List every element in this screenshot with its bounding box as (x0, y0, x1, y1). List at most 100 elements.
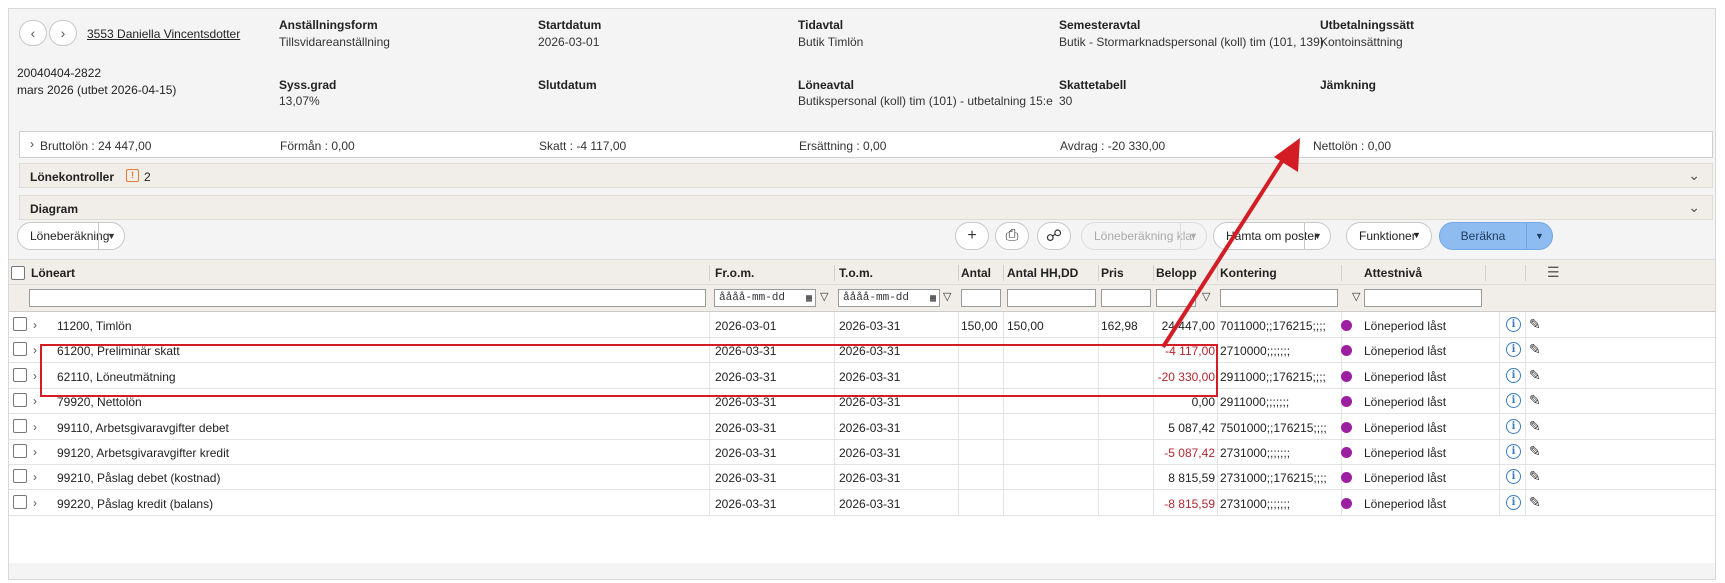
row-checkbox[interactable] (13, 494, 27, 509)
unlock-button[interactable]: ☍ (1037, 222, 1071, 250)
chevron-right-icon[interactable]: › (33, 496, 37, 510)
row-checkbox[interactable] (13, 342, 27, 357)
filter-icon[interactable]: ▽ (1352, 290, 1360, 303)
chevron-right-icon[interactable]: › (33, 394, 37, 408)
col-separator (709, 265, 710, 281)
pencil-icon[interactable]: ✎ (1529, 341, 1541, 358)
col-attestniva[interactable]: Attestnivå (1364, 266, 1422, 280)
antal-hhdd-filter-input[interactable] (1007, 289, 1096, 307)
col-from[interactable]: Fr.o.m. (715, 266, 754, 280)
prev-employee-button[interactable]: ‹ (19, 20, 47, 46)
info-icon[interactable]: i (1506, 494, 1521, 510)
cell-loneart: 99220, Påslag kredit (balans) (57, 496, 214, 511)
chevron-right-icon[interactable]: › (33, 420, 37, 434)
row-checkbox[interactable] (13, 469, 27, 484)
skattetabell-label: Skattetabell (1059, 78, 1127, 92)
tidavtal-label: Tidavtal (798, 18, 844, 32)
filter-icon[interactable]: ▽ (820, 290, 828, 303)
cell-tom: 2026-03-31 (839, 446, 901, 460)
calendar-icon[interactable]: ▦ (806, 292, 812, 308)
select-all-checkbox[interactable] (11, 266, 25, 280)
loneberakning-dropdown[interactable]: Löneberäkning ▼ (17, 222, 125, 250)
col-pris[interactable]: Pris (1101, 266, 1124, 280)
row-checkbox[interactable] (13, 393, 27, 408)
pencil-icon[interactable]: ✎ (1529, 418, 1541, 435)
info-icon[interactable]: i (1506, 444, 1521, 459)
filter-icon[interactable]: ▽ (1202, 290, 1210, 303)
pencil-icon[interactable]: ✎ (1529, 367, 1541, 384)
loneavtal-value: Butikspersonal (koll) tim (101) - utbeta… (798, 94, 1053, 108)
row-checkbox[interactable] (13, 444, 27, 458)
add-button[interactable]: + (955, 222, 989, 250)
chevron-right-icon[interactable]: › (33, 343, 37, 357)
from-date-filter[interactable]: åååå-mm-dd ▦ (714, 289, 816, 307)
table-row[interactable]: › 99210, Påslag debet (kostnad) 2026-03-31… (9, 464, 1715, 491)
pencil-icon[interactable]: ✎ (1529, 494, 1541, 511)
col-antal[interactable]: Antal (961, 266, 991, 280)
chevron-right-icon[interactable]: › (33, 445, 37, 459)
pencil-icon[interactable]: ✎ (1529, 468, 1541, 485)
chevron-right-icon[interactable]: › (33, 369, 37, 383)
pencil-icon[interactable]: ✎ (1529, 316, 1541, 333)
cell-belopp: 0,00 (1191, 395, 1215, 410)
attest-status-dot (1341, 447, 1352, 458)
table-row[interactable]: › 99110, Arbetsgivaravgifter debet 2026-03… (9, 413, 1715, 440)
col-antal-hhdd[interactable]: Antal HH,DD (1007, 266, 1078, 280)
table-row[interactable]: › 11200, Timlön 2026-03-01 2026-03-31 150,00… (9, 312, 1715, 338)
col-kontering[interactable]: Kontering (1220, 266, 1277, 280)
next-employee-button[interactable]: › (49, 20, 77, 46)
caret-down-icon[interactable]: ▼ (1304, 223, 1330, 249)
funktioner-dropdown[interactable]: Funktioner ▼ (1346, 222, 1432, 250)
attestniva-filter-input[interactable] (1364, 289, 1482, 307)
filter-icon[interactable]: ▽ (943, 290, 951, 303)
row-checkbox[interactable] (13, 367, 27, 382)
cell-from: 2026-03-31 (715, 446, 777, 460)
tom-date-filter[interactable]: åååå-mm-dd ▦ (838, 289, 940, 307)
col-loneart[interactable]: Löneart (31, 266, 75, 280)
row-checkbox[interactable] (13, 418, 27, 433)
accordion-diagram[interactable]: Diagram ⌄ (19, 195, 1713, 220)
hamta-om-poster-button[interactable]: Hämta om poster ▼ (1213, 222, 1331, 250)
info-icon[interactable]: i (1506, 418, 1521, 434)
info-icon[interactable]: i (1506, 342, 1521, 358)
chevron-right-icon[interactable]: › (33, 470, 37, 484)
cell-kontering: 2710000;;;;;;; (1220, 344, 1291, 359)
caret-down-icon[interactable]: ▼ (1526, 223, 1552, 249)
loneberakning-klar-button[interactable]: Löneberäkning klar ▼ (1081, 222, 1207, 250)
summary-skatt: Skatt : -4 117,00 (539, 139, 627, 153)
loneart-filter-input[interactable] (29, 289, 706, 307)
chevron-right-icon[interactable]: › (33, 318, 37, 332)
col-separator (1341, 265, 1342, 281)
caret-down-icon[interactable]: ▼ (1180, 223, 1206, 249)
cell-from: 2026-03-31 (715, 496, 777, 511)
chevron-down-icon[interactable]: ⌄ (1688, 199, 1700, 216)
antal-filter-input[interactable] (961, 289, 1001, 307)
print-button[interactable]: ⎙ (995, 222, 1029, 250)
row-checkbox[interactable] (13, 317, 27, 331)
col-tom[interactable]: T.o.m. (839, 266, 873, 280)
info-icon[interactable]: i (1506, 317, 1521, 332)
column-menu-icon[interactable]: ☰ (1547, 264, 1560, 281)
belopp-filter-input[interactable] (1156, 289, 1196, 307)
attest-status-dot (1341, 472, 1352, 484)
chevron-right-icon[interactable]: › (30, 137, 34, 151)
info-icon[interactable]: i (1506, 469, 1521, 485)
kontering-filter-input[interactable] (1220, 289, 1338, 307)
chevron-right-icon: › (60, 25, 66, 41)
salary-summary[interactable]: › Bruttolön : 24 447,00 Förmån : 0,00 Sk… (19, 131, 1713, 158)
calendar-icon[interactable]: ▦ (930, 292, 936, 308)
chevron-down-icon[interactable]: ⌄ (1688, 167, 1700, 184)
berakna-button[interactable]: Beräkna ▼ (1439, 222, 1553, 250)
pencil-icon[interactable]: ✎ (1529, 392, 1541, 409)
info-icon[interactable]: i (1506, 367, 1521, 383)
employee-link[interactable]: 3553 Daniella Vincentsdotter (87, 27, 240, 41)
accordion-lonekontroller[interactable]: Lönekontroller ! 2 ⌄ (19, 163, 1713, 188)
table-row[interactable]: › 99120, Arbetsgivaravgifter kredit 2026-0… (9, 439, 1715, 465)
caret-down-icon[interactable]: ▼ (98, 223, 124, 249)
pris-filter-input[interactable] (1101, 289, 1151, 307)
info-icon[interactable]: i (1506, 393, 1521, 409)
cell-kontering: 2731000;;;;;;; (1220, 496, 1291, 511)
table-row[interactable]: › 99220, Påslag kredit (balans) 2026-03-31… (9, 489, 1715, 516)
col-belopp[interactable]: Belopp (1156, 266, 1197, 280)
pencil-icon[interactable]: ✎ (1529, 443, 1541, 460)
